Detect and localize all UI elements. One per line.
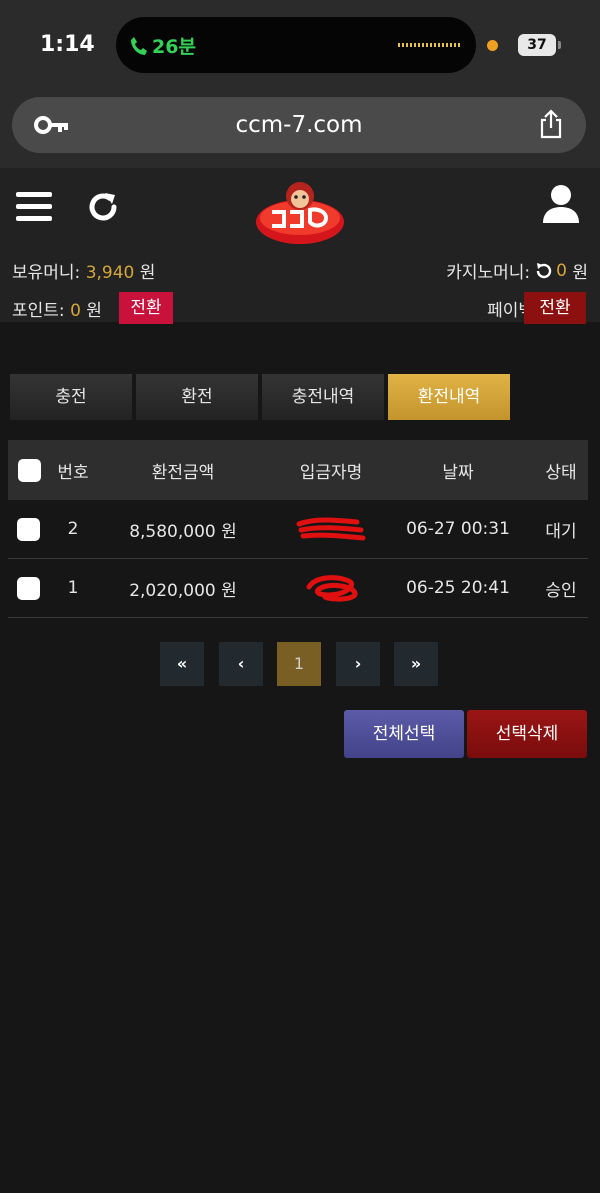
casino-money: 카지노머니: 0 원 (446, 258, 588, 284)
header-depositor: 입금자명 (299, 462, 363, 483)
tab-withdraw[interactable]: 환전 (136, 374, 258, 420)
header-checkbox-cell (8, 440, 48, 500)
status-time: 1:14 (40, 32, 95, 57)
hamburger-menu-icon[interactable] (16, 192, 52, 222)
row-checkbox-cell (8, 559, 48, 617)
row-number: 2 (67, 519, 79, 539)
row-status: 대기 (545, 521, 577, 542)
address-bar[interactable]: ccm-7.com (12, 97, 586, 153)
site-logo[interactable] (254, 178, 346, 248)
payback-convert-button[interactable]: 전환 (524, 292, 586, 324)
row-number: 1 (67, 578, 79, 598)
row-depositor-redacted (270, 559, 392, 617)
row-date: 06-25 20:41 (406, 578, 510, 598)
tab-deposit-history[interactable]: 충전내역 (262, 374, 384, 420)
audio-wave-icon (398, 43, 460, 47)
url-text[interactable]: ccm-7.com (12, 112, 586, 138)
held-money-label: 보유머니: (12, 263, 81, 283)
header-date: 날짜 (442, 462, 474, 483)
refresh-icon[interactable] (86, 190, 120, 224)
point-convert-button[interactable]: 전환 (119, 292, 173, 324)
held-money: 보유머니: 3,940 원 (12, 258, 155, 283)
dynamic-island[interactable]: 26분 (116, 17, 476, 73)
first-page-button[interactable]: « (160, 642, 204, 686)
site-header: 보유머니: 3,940 원 카지노머니: 0 원 포인트: 0 원 전환 페이백… (0, 168, 600, 324)
points-value: 0 (70, 301, 81, 321)
row-checkbox[interactable] (16, 517, 40, 541)
row-amount: 2,020,000 원 (129, 580, 237, 601)
call-indicator: 26분 (130, 32, 196, 59)
last-page-button[interactable]: » (394, 642, 438, 686)
next-page-button[interactable]: › (336, 642, 380, 686)
points-unit: 원 (86, 301, 102, 321)
delete-selected-button[interactable]: 선택삭제 (467, 710, 587, 758)
header-status: 상태 (545, 462, 577, 483)
points: 포인트: 0 원 (12, 296, 102, 321)
user-account-icon[interactable] (542, 184, 580, 224)
table-row[interactable]: 1 2,020,000 원 06-25 20:41 승인 (8, 559, 588, 618)
tab-withdraw-history[interactable]: 환전내역 (388, 374, 510, 420)
row-checkbox[interactable] (16, 576, 40, 600)
row-amount: 8,580,000 원 (129, 521, 237, 542)
phone-icon (131, 37, 147, 55)
points-label: 포인트: (12, 301, 65, 321)
row-checkbox-cell (8, 500, 48, 558)
held-money-value: 3,940 (85, 263, 135, 283)
battery-icon: 37 (518, 34, 561, 56)
call-duration: 26분 (152, 36, 196, 58)
casino-refresh-icon[interactable] (534, 262, 552, 280)
row-date: 06-27 00:31 (406, 519, 510, 539)
casino-money-value: 0 (556, 260, 567, 281)
mic-indicator-icon (487, 40, 498, 51)
held-money-unit: 원 (139, 263, 156, 283)
share-icon[interactable] (538, 109, 564, 139)
redaction-scribble (296, 517, 366, 541)
current-page-button[interactable]: 1 (277, 642, 321, 686)
casino-money-label: 카지노머니: (446, 263, 531, 283)
table-row[interactable]: 2 8,580,000 원 06-27 00:31 대기 (8, 500, 588, 559)
table-header: 번호 환전금액 입금자명 날짜 상태 (8, 440, 588, 500)
status-bar: 1:14 26분 37 (0, 0, 600, 90)
browser-toolbar: ccm-7.com (0, 90, 600, 168)
header-amount: 환전금액 (151, 462, 215, 483)
row-depositor-redacted (270, 500, 392, 558)
select-all-button[interactable]: 전체선택 (344, 710, 464, 758)
header-number: 번호 (57, 462, 89, 483)
row-status: 승인 (545, 580, 577, 601)
tab-deposit[interactable]: 충전 (10, 374, 132, 420)
withdraw-history-table: 번호 환전금액 입금자명 날짜 상태 2 8,580,000 원 06-27 0… (8, 440, 588, 618)
select-all-checkbox[interactable] (17, 458, 41, 482)
redaction-scribble (306, 575, 358, 602)
prev-page-button[interactable]: ‹ (219, 642, 263, 686)
casino-money-unit: 원 (572, 263, 588, 283)
